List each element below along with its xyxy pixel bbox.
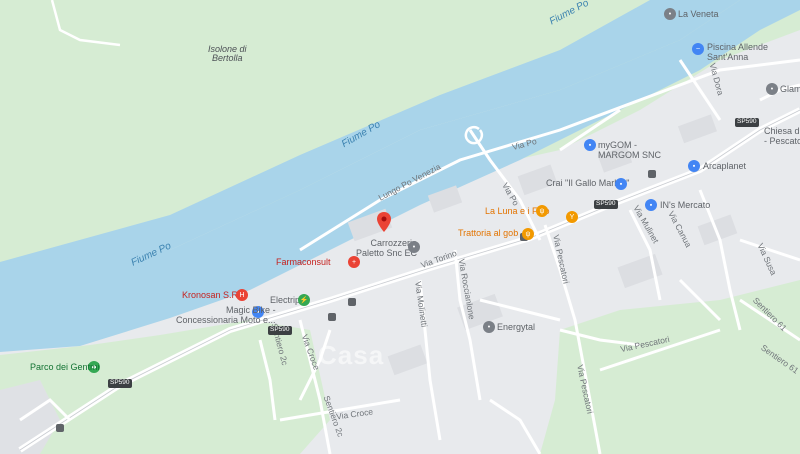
bar-icon[interactable]: Y (566, 211, 578, 223)
bus-stop-icon[interactable] (328, 313, 336, 321)
poi-label[interactable]: Trattoria al gob (458, 229, 518, 238)
bus-stop-icon[interactable] (348, 298, 356, 306)
shop-icon[interactable]: ▪ (584, 139, 596, 151)
shop-icon[interactable]: ▪ (645, 199, 657, 211)
road-shield: SP590 (268, 326, 292, 335)
watermark: Casa (318, 340, 385, 370)
place-icon[interactable]: • (664, 8, 676, 20)
place-icon[interactable]: • (483, 321, 495, 333)
poi-label[interactable]: Arcaplanet (703, 162, 746, 171)
ev-charging-icon[interactable]: ⚡ (298, 294, 310, 306)
road-shield: SP590 (108, 379, 132, 388)
poi-label[interactable]: La Veneta (678, 10, 719, 19)
road-shield: SP590 (594, 200, 618, 209)
poi-label[interactable]: Electrip (270, 296, 300, 305)
pool-icon[interactable]: ~ (692, 43, 704, 55)
poi-label[interactable]: Farmaconsult (276, 258, 331, 267)
island-label: Isolone di Bertolla (208, 44, 247, 63)
bus-stop-icon[interactable] (56, 424, 64, 432)
bus-stop-icon[interactable] (648, 170, 656, 178)
park-label[interactable]: Parco dei Gentmi (30, 363, 100, 372)
place-icon[interactable]: • (766, 83, 778, 95)
poi-label[interactable]: Glami (780, 85, 800, 94)
poi-label[interactable]: Magic Bike - Concessionaria Moto e... (176, 305, 276, 326)
pet-store-icon[interactable]: ▪ (688, 160, 700, 172)
medical-icon[interactable]: H (236, 289, 248, 301)
poi-label[interactable]: myGOM - MARGOM SNC (598, 140, 661, 161)
car-repair-icon[interactable]: • (408, 241, 420, 253)
location-marker-icon[interactable] (377, 212, 391, 232)
poi-label[interactable]: Piscina Allende Sant'Anna (707, 42, 768, 63)
poi-label[interactable]: Chiesa di S - Pescatori (764, 126, 800, 147)
restaurant-icon[interactable]: ψ (536, 205, 548, 217)
road-shield: SP590 (735, 118, 759, 127)
poi-label[interactable]: IN's Mercato (660, 201, 710, 210)
cart-icon[interactable]: ▪ (615, 178, 627, 190)
map-view[interactable]: Fiume Po Fiume Po Fiume Po Isolone di Be… (0, 0, 800, 454)
poi-label[interactable]: Energytal (497, 323, 535, 332)
restaurant-icon[interactable]: ψ (522, 228, 534, 240)
pharmacy-icon[interactable]: + (348, 256, 360, 268)
